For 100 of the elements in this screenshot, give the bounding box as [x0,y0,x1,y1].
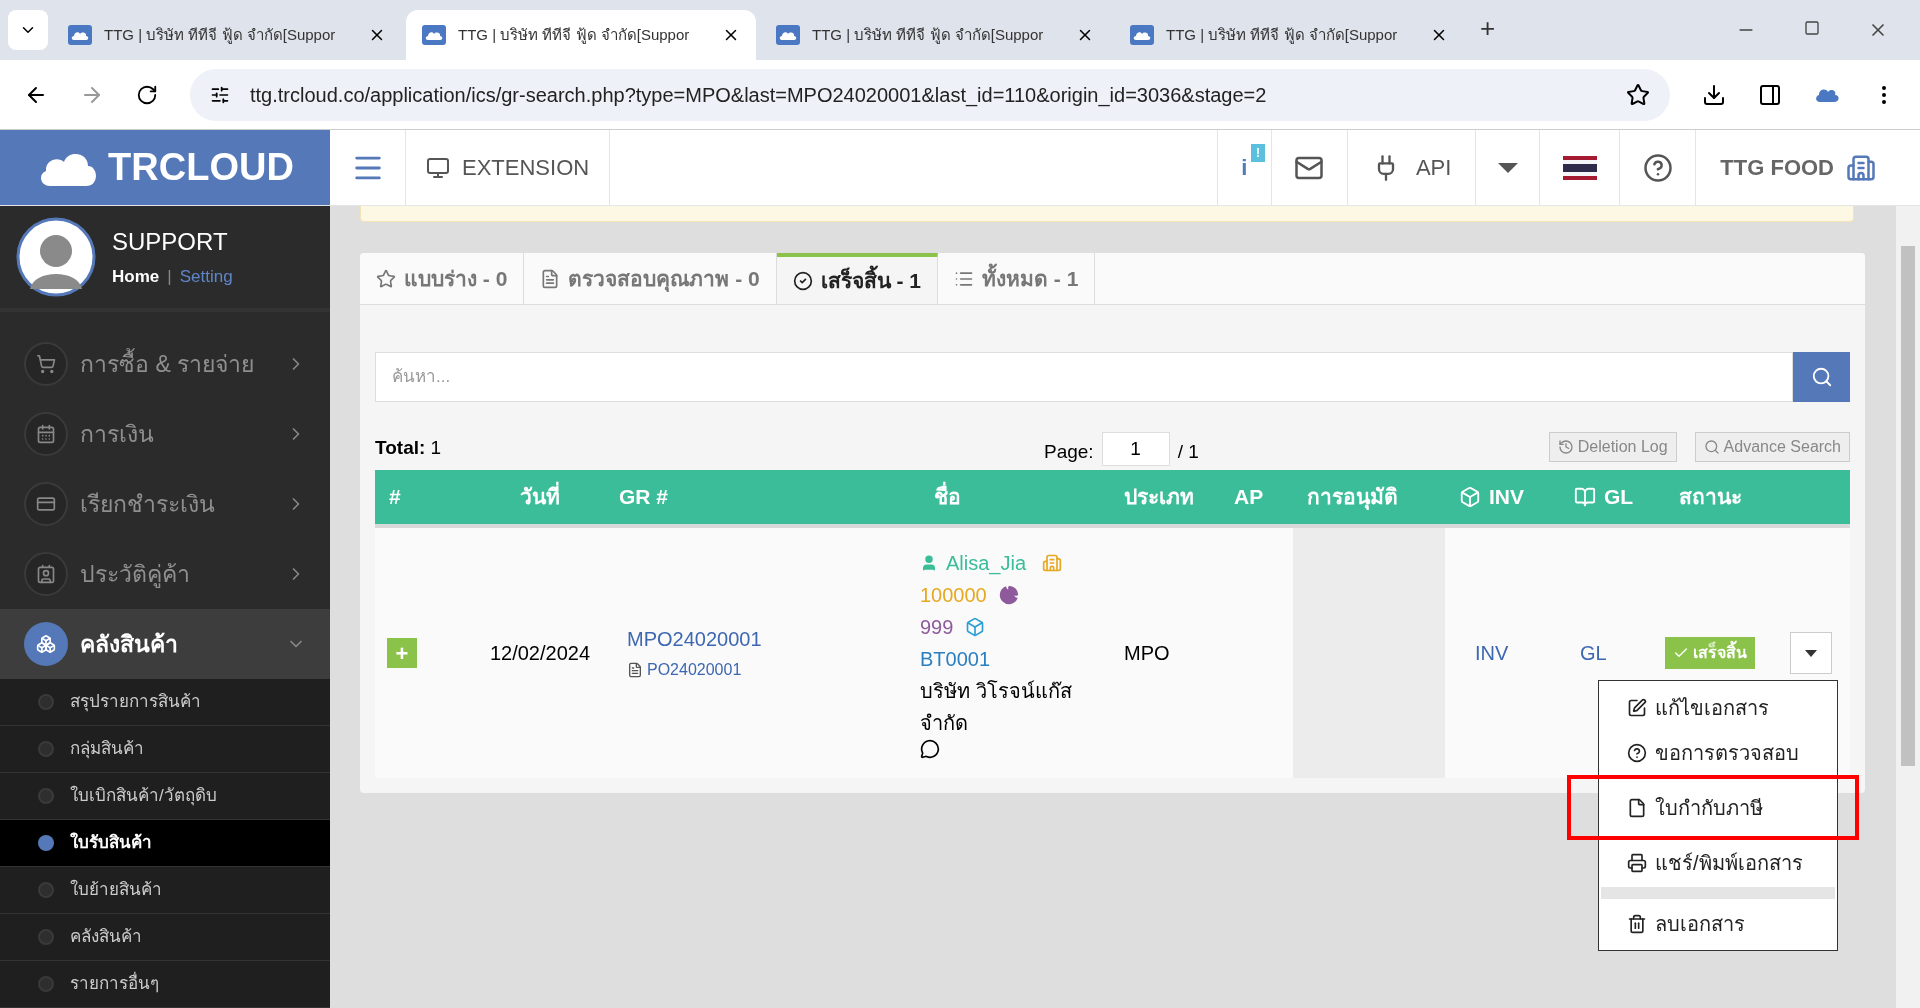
extension-button[interactable]: EXTENSION [406,130,611,205]
column-label: # [389,484,401,511]
status-tab[interactable]: ทั้งหมด - 1 [938,253,1096,304]
inv-link[interactable]: INV [1475,638,1509,668]
home-link[interactable]: Home [112,264,160,290]
print-icon [1627,852,1647,873]
total-text: Total: 1 [375,435,442,460]
help-icon [1627,742,1647,763]
notification-badge: ! [1250,144,1265,162]
company-button[interactable]: TTG FOOD [1695,130,1900,205]
edit-icon [1627,697,1647,718]
status-tab[interactable]: แบบร่าง - 0 [360,253,525,304]
status-tab[interactable]: เสร็จสิ้น - 1 [776,253,939,304]
page-field[interactable]: 1 [1101,432,1170,466]
help-icon [1642,152,1673,183]
document-link[interactable]: MPO24020001 [627,624,920,654]
building-icon [1042,553,1063,573]
amount-text: 100000 [920,583,987,608]
browser-tab[interactable]: TTG | บริษัท ทีทีจี ฟู้ด จำกัด[Suppor [760,10,1110,60]
url-text: ttg.trcloud.co/application/ics/gr-search.php?type=MPO&last=MPO24020001&last_id=110&origin_id=3036&stage=2 [250,82,1268,109]
cube-icon [1459,486,1481,508]
restore-icon[interactable] [1804,20,1820,36]
submenu-item[interactable]: รายการอื่นๆ [0,961,330,1008]
browser-tab[interactable]: TTG | บริษัท ทีทีจี ฟู้ด จำกัด[Suppor [52,10,402,60]
quantity-text: 999 [920,615,954,640]
column-label: การอนุมัติ [1307,484,1398,512]
logo[interactable]: TRCLOUD [0,130,330,205]
setting-link[interactable]: Setting [179,264,233,290]
status-badge: เสร็จสิ้น [1665,637,1755,669]
tab-title: TTG | บริษัท ทีทีจี ฟู้ด จำกัด[Suppor [812,24,1045,46]
calendar-icon [24,412,68,456]
sidebar-item[interactable]: การซื้อ & รายจ่าย [0,329,330,399]
column-label: ประเภท [1124,484,1194,511]
monitor-icon [426,155,450,180]
submenu-item[interactable]: ใบเบิกสินค้า/วัตถุดิบ [0,773,330,820]
browser-tab[interactable]: TTG | บริษัท ทีทีจี ฟู้ด จำกัด[Suppor [1114,10,1464,60]
bookmark-icon[interactable] [1626,82,1650,107]
trash-icon [1627,913,1647,934]
bullet-icon [38,976,54,992]
submenu-item[interactable]: ใบรับสินค้า [0,820,330,867]
browser-tab[interactable]: TTG | บริษัท ทีทีจี ฟู้ด จำกัด[Suppor [406,10,756,60]
address-bar[interactable]: ttg.trcloud.co/application/ics/gr-search.php?type=MPO&last=MPO24020001&last_id=110&origin_id=3036&stage=2 [190,68,1670,121]
submenu-item[interactable]: คลังสินค้า [0,914,330,961]
bullet-icon [38,741,54,757]
gl-link[interactable]: GL [1580,638,1607,668]
page-label: Page: [1043,439,1094,464]
check-circle-icon [792,270,813,291]
new-tab-button[interactable]: + [1480,9,1496,48]
card-icon [24,482,68,526]
cloud-icon [776,25,800,45]
menu-item[interactable]: ขอการตรวจสอบ [1599,730,1837,775]
sidebar-item[interactable]: เรียกชำระเงิน [0,469,330,539]
submenu-item[interactable]: ใบย้ายสินค้า [0,867,330,914]
menu-item[interactable]: ลบเอกสาร [1599,901,1837,946]
bullet-icon [38,694,54,710]
menu-item[interactable]: แก้ไขเอกสาร [1599,685,1837,730]
company-name: บริษัท วิโรจน์แก๊ส จำกัด [920,679,1073,736]
contact-icon [24,552,68,596]
reload-icon[interactable] [136,83,158,106]
column-label: AP [1234,484,1264,511]
site-settings-icon[interactable] [210,84,230,105]
column-label: สถานะ [1679,484,1742,511]
column-label: GL [1604,484,1634,511]
status-tab[interactable]: ตรวจสอบคุณภาพ - 0 [524,253,777,304]
tab-title: TTG | บริษัท ทีทีจี ฟู้ด จำกัด[Suppor [458,24,691,46]
user-icon [920,554,938,572]
cloud-icon [1130,25,1154,45]
api-button[interactable]: API [1346,130,1476,205]
sidebar-item[interactable]: คลังสินค้า [0,609,330,679]
download-icon[interactable] [1702,82,1726,107]
caret-icon [1805,649,1817,657]
search-field[interactable]: ค้นหา... [375,352,1793,402]
logo-text: TRCLOUD [108,145,294,190]
flag-icon [1562,155,1597,180]
cart-icon [24,342,68,386]
sidebar-item[interactable]: ประวัติคู่ค้า [0,539,330,609]
code-link[interactable]: BT0001 [920,643,1110,675]
separator: | [167,266,172,289]
book-icon [1574,486,1596,508]
po-link[interactable]: PO24020001 [627,658,920,682]
menu-item[interactable]: แชร์/พิมพ์เอกสาร [1599,840,1837,885]
submenu-item[interactable]: กลุ่มสินค้า [0,726,330,773]
cloud-icon [68,25,92,45]
column-label: วันที่ [520,481,560,513]
pie-chart-icon [998,585,1019,605]
bullet-icon [38,788,54,804]
sidebar-item[interactable]: การเงิน [0,399,330,469]
comment-icon[interactable] [920,739,940,759]
document-icon [627,662,643,678]
side-panel-icon[interactable] [1758,82,1782,107]
cloud-icon [422,25,446,45]
search-button[interactable] [1793,352,1850,402]
info-icon: i [1241,151,1248,184]
column-label: INV [1489,484,1524,511]
page-count: / 1 [1177,439,1199,464]
caret-icon [1497,162,1518,173]
info-button[interactable]: i ! [1216,130,1271,205]
submenu-item[interactable]: สรุปรายการสินค้า [0,679,330,726]
action-dropdown-button[interactable] [1790,632,1832,674]
bullet-icon [38,835,54,851]
